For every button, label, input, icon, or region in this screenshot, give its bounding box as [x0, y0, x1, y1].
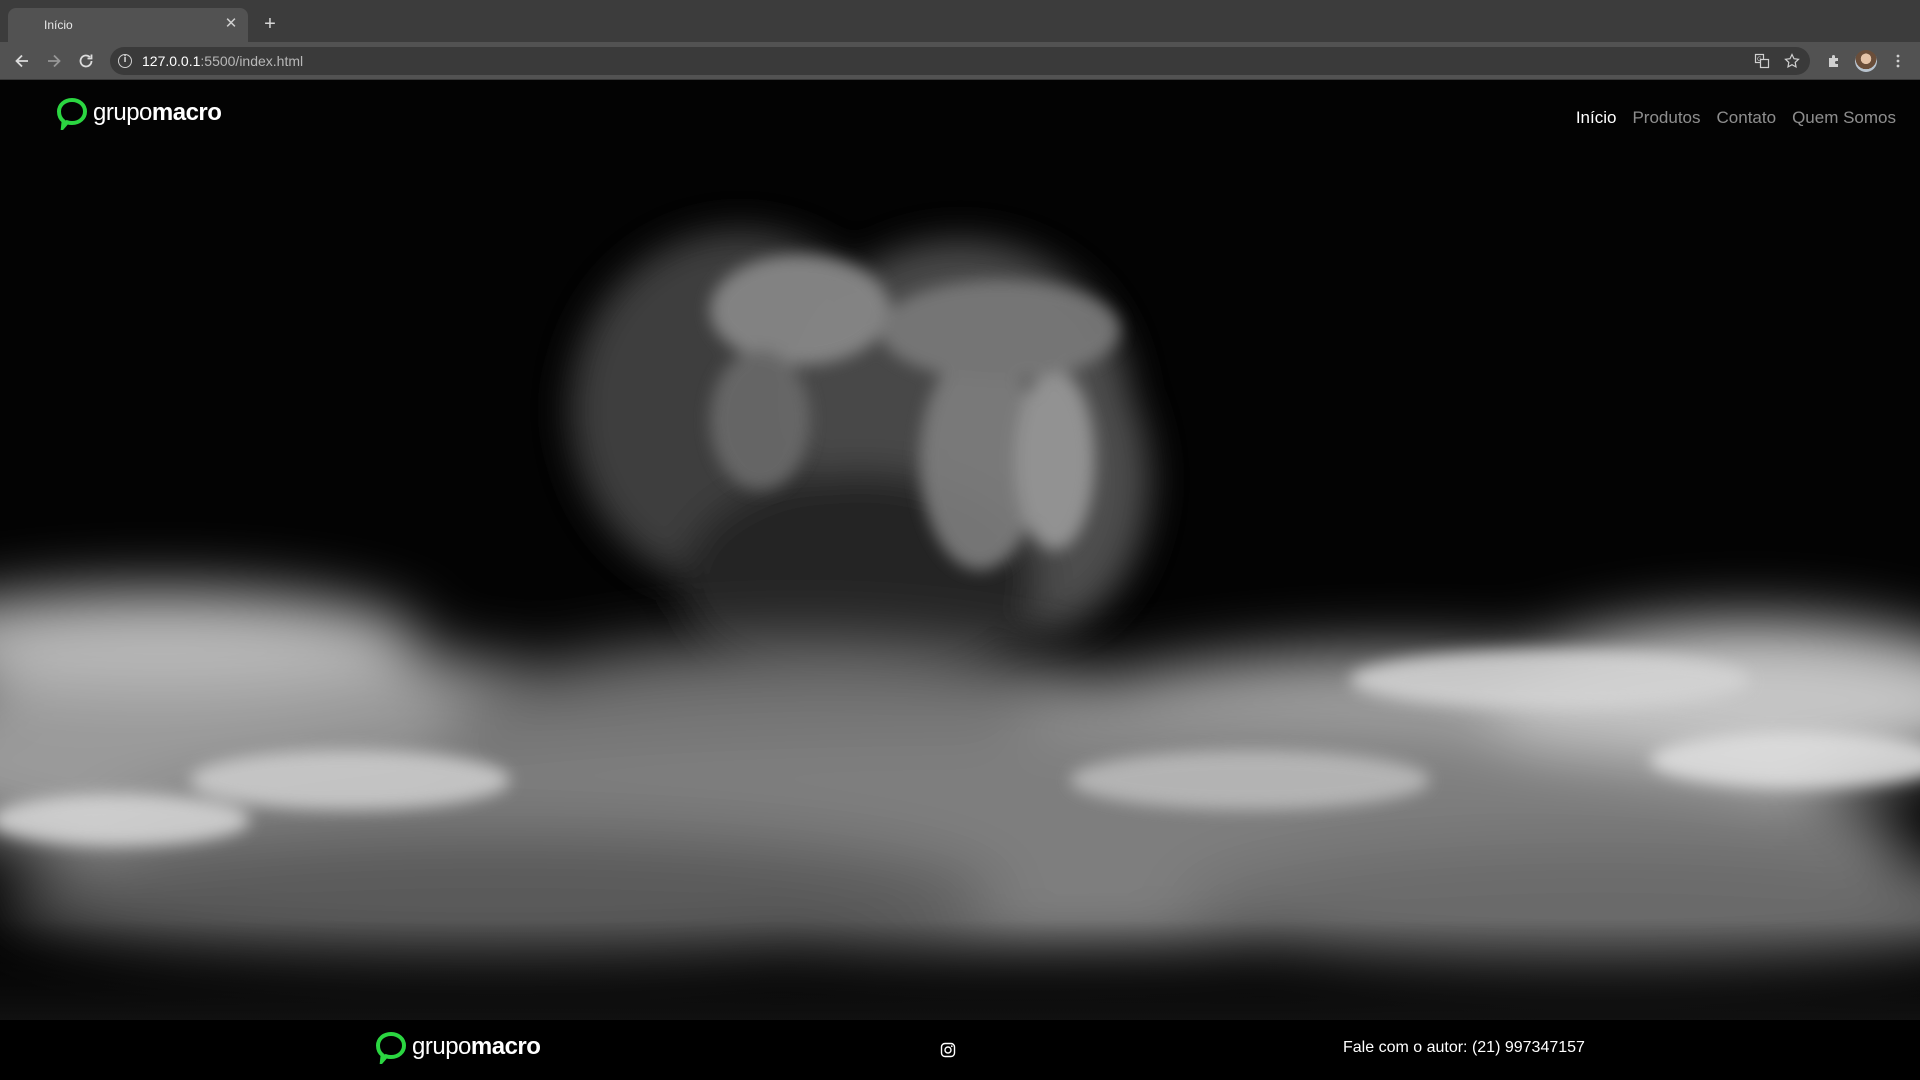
browser-toolbar: i 127.0.0.1:5500/index.html G	[0, 42, 1920, 80]
nav-link-quem-somos[interactable]: Quem Somos	[1792, 108, 1896, 128]
extensions-icon[interactable]	[1826, 53, 1842, 69]
nav-link-inicio[interactable]: Início	[1576, 108, 1617, 128]
browser-tab-bar: Início ✕ +	[0, 0, 1920, 42]
site-footer: grupomacro Fale com o autor: (21) 997347…	[0, 1020, 1920, 1080]
hero-smoke-portrait-graphic	[0, 230, 1920, 1020]
svg-text:G: G	[1757, 56, 1762, 63]
web-page: grupomacro Início Produtos Contato Quem …	[0, 80, 1920, 1080]
instagram-icon[interactable]	[940, 1042, 956, 1058]
footer-logo-mark-icon	[375, 1031, 407, 1064]
hero-image: grupomacro Início Produtos Contato Quem …	[0, 80, 1920, 1020]
site-navigation: Início Produtos Contato Quem Somos	[1576, 108, 1896, 128]
info-icon[interactable]: i	[118, 54, 132, 68]
nav-link-contato[interactable]: Contato	[1717, 108, 1777, 128]
footer-logo[interactable]: grupomacro	[374, 1030, 541, 1064]
nav-link-produtos[interactable]: Produtos	[1632, 108, 1700, 128]
logo-mark-icon	[56, 97, 88, 130]
translate-icon[interactable]: G	[1754, 53, 1770, 69]
footer-contact-text: Fale com o autor: (21) 997347157	[1343, 1039, 1585, 1056]
footer-logo-text: grupomacro	[412, 1033, 541, 1060]
menu-dots-icon[interactable]	[1890, 53, 1906, 69]
browser-tab-active[interactable]: Início ✕	[8, 8, 248, 42]
star-icon[interactable]	[1784, 53, 1800, 69]
close-tab-icon[interactable]: ✕	[222, 15, 240, 33]
url-text: 127.0.0.1:5500/index.html	[142, 53, 304, 69]
new-tab-icon[interactable]: +	[260, 14, 280, 34]
logo-text: grupomacro	[93, 99, 222, 126]
address-bar[interactable]: i 127.0.0.1:5500/index.html G	[110, 47, 1810, 75]
back-arrow-icon[interactable]	[12, 51, 32, 71]
tab-title: Início	[44, 18, 73, 32]
reload-icon[interactable]	[76, 51, 96, 71]
forward-arrow-icon[interactable]	[44, 51, 64, 71]
site-logo[interactable]: grupomacro	[55, 96, 222, 130]
profile-avatar[interactable]	[1855, 50, 1877, 72]
